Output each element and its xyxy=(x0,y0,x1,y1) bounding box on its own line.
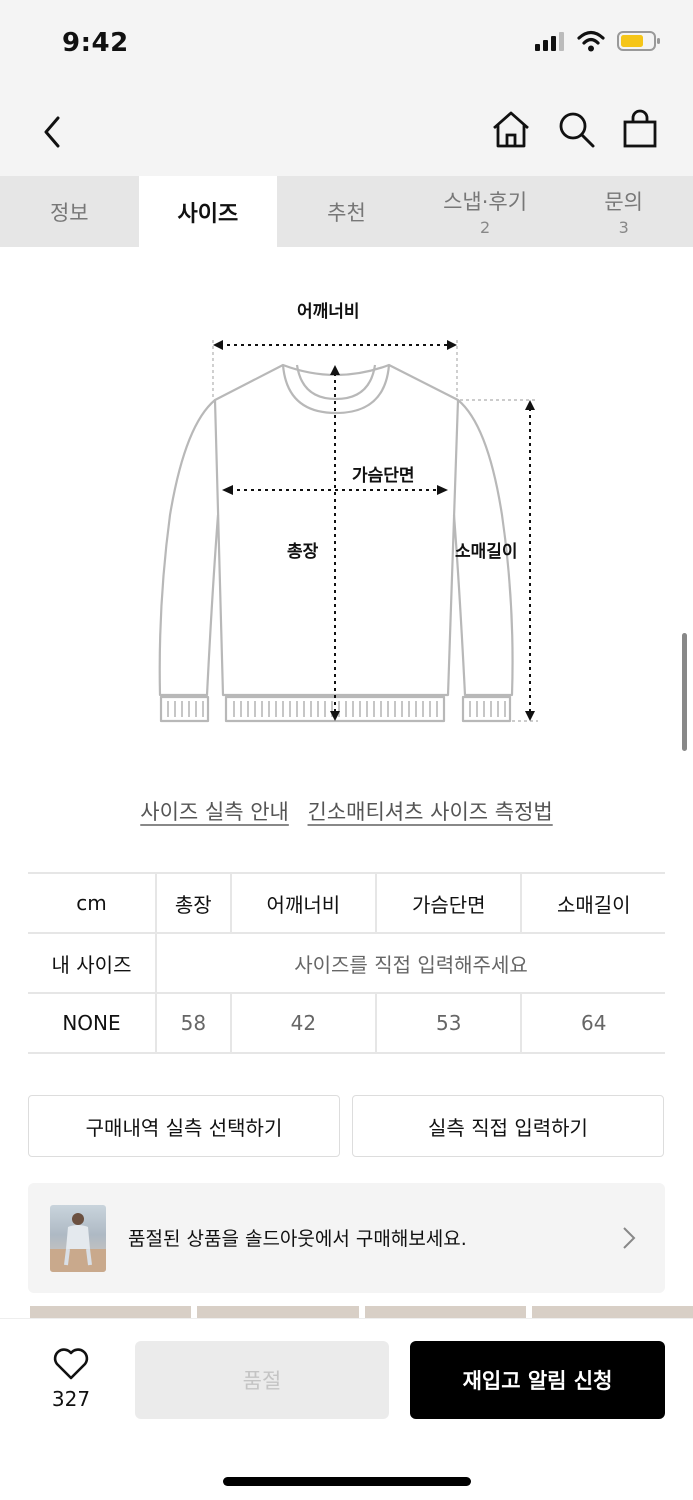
tab-size[interactable]: 사이즈 xyxy=(138,176,278,247)
header-cell: 가슴단면 xyxy=(375,872,522,934)
tab-recommend[interactable]: 추천 xyxy=(277,176,416,247)
heart-icon xyxy=(53,1348,89,1380)
like-button[interactable]: 327 xyxy=(46,1347,96,1411)
direct-input-button[interactable]: 실측 직접 입력하기 xyxy=(352,1095,664,1157)
nav-bar xyxy=(0,90,693,176)
label-sleeve: 소매길이 xyxy=(455,542,518,562)
restock-alert-button[interactable]: 재입고 알림 신청 xyxy=(410,1341,665,1419)
size-diagram: 어깨너비 가슴단면 총장 소매길이 xyxy=(140,285,560,745)
bottom-action-bar: 327 품절 재입고 알림 신청 xyxy=(0,1318,693,1500)
label-shoulder: 어깨너비 xyxy=(297,302,360,322)
tab-bar: 정보 사이즈 추천 스냅·후기 2 문의 3 xyxy=(0,176,693,247)
tab-info[interactable]: 정보 xyxy=(0,176,139,247)
table-header-row: cm 총장 어깨너비 가슴단면 소매길이 xyxy=(28,872,665,934)
tab-inquiry[interactable]: 문의 3 xyxy=(554,176,693,247)
value-cell: 64 xyxy=(520,992,665,1054)
soldout-button: 품절 xyxy=(135,1341,389,1419)
like-count: 327 xyxy=(51,1387,91,1411)
unit-cell: cm xyxy=(28,872,156,934)
status-icons xyxy=(535,30,661,52)
chevron-right-icon xyxy=(623,1227,636,1249)
size-guide-link[interactable]: 사이즈 실측 안내 xyxy=(140,800,289,824)
wifi-icon xyxy=(577,30,605,52)
banner-text: 품절된 상품을 솔드아웃에서 구매해보세요. xyxy=(128,1228,467,1250)
search-icon[interactable] xyxy=(555,108,597,150)
home-indicator[interactable] xyxy=(223,1477,471,1486)
tab-snap-review[interactable]: 스냅·후기 2 xyxy=(416,176,555,247)
size-guide-links: 사이즈 실측 안내 긴소매티셔츠 사이즈 측정법 xyxy=(0,796,693,826)
banner-thumbnail xyxy=(50,1205,106,1272)
measurement-method-link[interactable]: 긴소매티셔츠 사이즈 측정법 xyxy=(308,800,553,824)
value-cell: 58 xyxy=(155,992,231,1054)
my-size-input-prompt[interactable]: 사이즈를 직접 입력해주세요 xyxy=(155,932,665,994)
size-table: cm 총장 어깨너비 가슴단면 소매길이 내 사이즈 사이즈를 직접 입력해주세… xyxy=(28,872,665,1054)
my-size-label: 내 사이즈 xyxy=(28,932,156,994)
label-chest: 가슴단면 xyxy=(352,466,415,486)
select-purchase-history-button[interactable]: 구매내역 실측 선택하기 xyxy=(28,1095,340,1157)
header-cell: 소매길이 xyxy=(520,872,665,934)
scrollbar[interactable] xyxy=(682,633,687,751)
soldout-banner[interactable]: 품절된 상품을 솔드아웃에서 구매해보세요. xyxy=(28,1183,665,1293)
table-row: NONE 58 42 53 64 xyxy=(28,992,665,1054)
tab-count: 2 xyxy=(479,218,491,237)
row-label: NONE xyxy=(28,992,156,1054)
value-cell: 53 xyxy=(375,992,522,1054)
sweatshirt-illustration xyxy=(158,340,538,723)
label-length: 총장 xyxy=(287,542,319,562)
status-time: 9:42 xyxy=(62,28,129,58)
tab-count: 3 xyxy=(618,218,629,237)
home-icon[interactable] xyxy=(490,108,532,150)
back-icon[interactable] xyxy=(34,110,74,154)
signal-icon xyxy=(535,32,564,51)
header-cell: 총장 xyxy=(155,872,231,934)
my-size-row: 내 사이즈 사이즈를 직접 입력해주세요 xyxy=(28,932,665,994)
battery-icon xyxy=(617,31,660,51)
header-cell: 어깨너비 xyxy=(229,872,377,934)
value-cell: 42 xyxy=(229,992,377,1054)
shopping-bag-icon[interactable] xyxy=(619,108,661,150)
status-bar: 9:42 xyxy=(0,0,693,90)
